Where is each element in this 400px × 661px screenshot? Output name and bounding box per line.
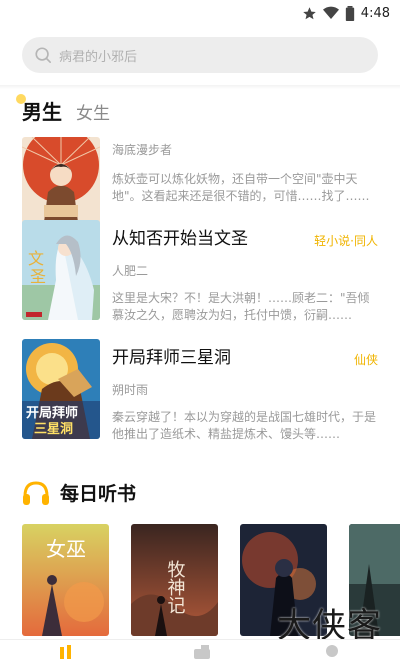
book-author: 朔时雨: [112, 383, 149, 397]
wifi-icon: [322, 6, 339, 20]
search-placeholder: 病君的小邪后: [59, 49, 138, 65]
book-item[interactable]: 开局拜师 三星洞 开局拜师三星洞 仙侠 朔时雨 秦云穿越了！本以为穿越的是战国七…: [22, 339, 378, 441]
star-icon: [303, 6, 316, 19]
tab-male-label: 男生: [22, 100, 62, 124]
battery-icon: [345, 5, 354, 21]
book-desc: 这里是大宋？不！是大洪朝！……顾老二："吾倾慕汝之久，愿聘汝为妇，托付中馈，衍嗣…: [112, 291, 370, 322]
book-tag: 仙侠: [353, 353, 378, 367]
book-item[interactable]: 文 圣 从知否开始当文圣 轻小说·同人 人肥二 这里是大宋？不！是大洪朝！……顾…: [22, 220, 378, 322]
tab-accent-dot: [16, 94, 26, 104]
tab-male[interactable]: 男生: [16, 94, 62, 125]
profile-icon[interactable]: [322, 645, 342, 659]
audio-cover-text: 牧神记: [165, 560, 186, 614]
book-desc: 炼妖壶可以炼化妖物，还自带一个空间"壶中天地"。这看起来还是很不错的，可惜……找…: [112, 172, 370, 203]
search-icon: [35, 47, 52, 64]
bottom-nav: [0, 639, 400, 661]
status-bar: 4:48: [0, 0, 400, 26]
cover-art: 开局拜师 三星洞: [22, 339, 100, 439]
book-cover: 文 圣: [22, 220, 100, 320]
svg-text:文: 文: [28, 249, 44, 268]
search-input[interactable]: 病君的小邪后: [22, 37, 378, 73]
audio-cover-art: 女巫: [22, 524, 109, 636]
book-title: 开局拜师三星洞: [112, 348, 231, 368]
book-title: 从知否开始当文圣: [112, 229, 248, 249]
audio-book-card[interactable]: 牧神记: [131, 524, 218, 636]
book-tag: 轻小说·同人: [314, 234, 378, 248]
audio-cover-art: 牧神记: [131, 524, 218, 636]
svg-text:圣: 圣: [30, 267, 46, 286]
audio-cover-text: 女巫: [46, 537, 86, 561]
divider: [0, 85, 400, 89]
book-desc: 秦云穿越了！本以为穿越的是战国七雄时代，于是他推出了造纸术、精盐提炼术、馒头等……: [112, 410, 377, 441]
headphones-icon: [23, 480, 49, 505]
clock: 4:48: [360, 5, 390, 21]
book-author: 人肥二: [112, 264, 149, 278]
book-cover: 开局拜师 三星洞: [22, 339, 100, 439]
bookshelf-icon[interactable]: [192, 645, 212, 659]
tab-female[interactable]: 女生: [76, 99, 110, 125]
svg-text:三星洞: 三星洞: [34, 422, 73, 437]
book-author: 海底漫步者: [112, 143, 173, 157]
section-title: 每日听书: [60, 483, 137, 505]
audio-book-card[interactable]: 女巫: [22, 524, 109, 636]
gender-tabs: 男生 女生: [16, 94, 110, 125]
home-icon[interactable]: [58, 645, 78, 659]
cover-art: 文 圣: [22, 220, 100, 320]
daily-audio-header: 每日听书: [22, 479, 136, 506]
svg-text:开局拜师: 开局拜师: [26, 405, 78, 421]
